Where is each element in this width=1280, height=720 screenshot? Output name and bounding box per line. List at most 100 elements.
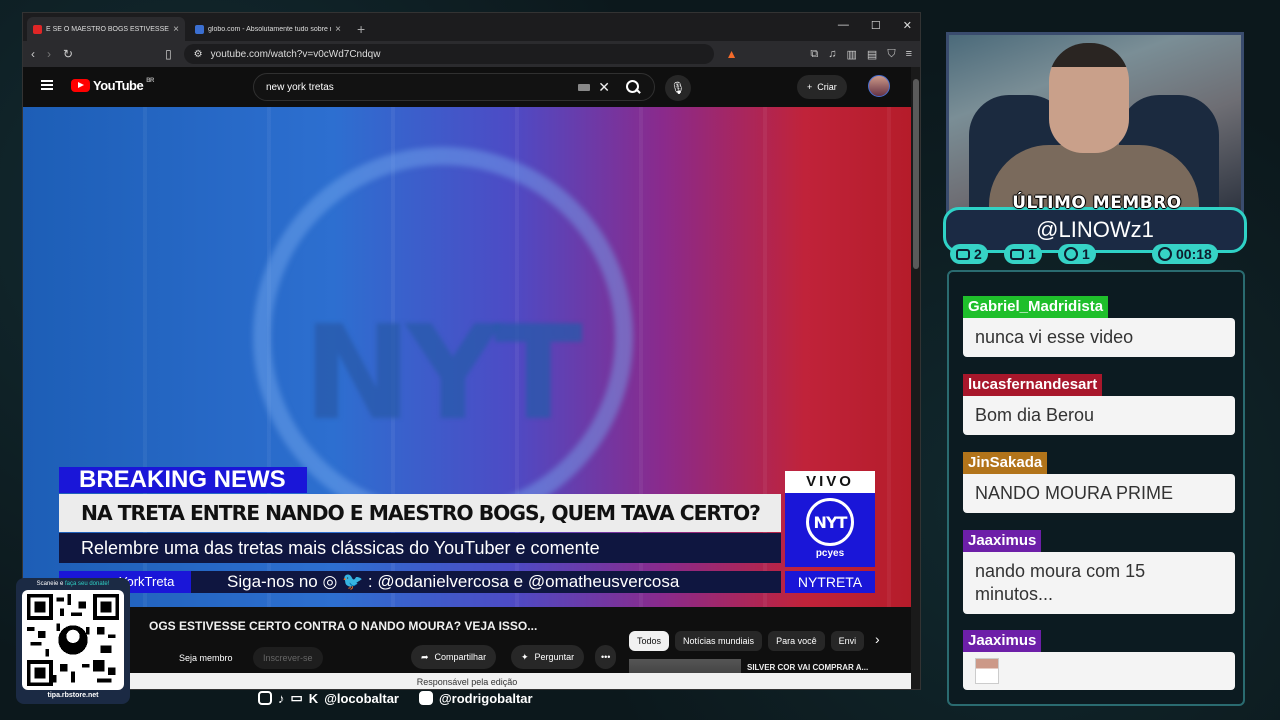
close-tab-icon[interactable]: × xyxy=(335,24,341,35)
chat-username: Jaaximus xyxy=(963,530,1042,552)
youtube-play-icon xyxy=(71,79,90,92)
back-icon[interactable]: ‹ xyxy=(31,47,35,61)
ticker-right-label: NYTRETA xyxy=(785,571,875,593)
create-button[interactable]: + Criar xyxy=(797,75,847,99)
chat-text: nando moura com 15 minutos... xyxy=(963,552,1235,614)
chip-noticias[interactable]: Notícias mundiais xyxy=(675,631,763,651)
chat-emote-body xyxy=(963,652,1235,690)
donate-qr-panel: Scaneie e faça seu donate! tipa.rbstore.… xyxy=(16,578,130,704)
filter-chips: Todos Notícias mundiais Para você Envi xyxy=(629,631,865,651)
qr-url: tipa.rbstore.net xyxy=(47,692,99,699)
chat-text: nunca vi esse video xyxy=(963,318,1235,357)
youtube-icon xyxy=(419,691,433,705)
qr-caption: Scaneie e faça seu donate! xyxy=(16,578,130,587)
kick-icon: K xyxy=(308,690,319,706)
tiktok-icon: ♪ xyxy=(278,690,285,706)
instagram-icon xyxy=(258,691,272,705)
recommended-title[interactable]: SILVER COR VAI COMPRAR A... xyxy=(747,663,868,672)
emote-icon xyxy=(975,658,999,684)
social-handle-1: @locobaltar xyxy=(324,690,399,706)
sponsor-logo: pcyes xyxy=(815,548,845,559)
stat-youtube: 1 xyxy=(1004,244,1042,264)
twitch-icon xyxy=(956,248,970,260)
qr-code-icon xyxy=(27,594,119,686)
chat-text: Bom dia Berou xyxy=(963,396,1235,435)
wallet-icon[interactable]: ▤ xyxy=(867,48,877,61)
close-tab-icon[interactable]: × xyxy=(173,24,179,35)
last-member-label: ÚLTIMO MEMBRO xyxy=(1012,193,1182,213)
sidebar-icon[interactable]: ▥ xyxy=(847,48,857,61)
youtube-header: YouTube BR new york tretas ✕ 🎙 + Criar xyxy=(23,67,920,107)
maximize-icon[interactable]: ☐ xyxy=(871,19,881,32)
forward-icon[interactable]: › xyxy=(47,47,51,61)
share-icon: ➦ xyxy=(421,651,429,662)
streamer-head xyxy=(1049,43,1129,153)
account-avatar[interactable] xyxy=(868,75,890,97)
address-bar[interactable]: ⚙ youtube.com/watch?v=v0cWd7Cndqw xyxy=(183,44,714,64)
more-actions-button[interactable]: ••• xyxy=(595,645,617,669)
reload-icon[interactable]: ↻ xyxy=(63,47,73,61)
chat-message: lucasfernandesart Bom dia Berou xyxy=(963,374,1235,435)
youtube-logo-text: YouTube xyxy=(93,78,144,93)
tab-youtube[interactable]: E SE O MAESTRO BOGS ESTIVESSE × xyxy=(27,17,185,41)
extension-icons: ⧉ ♫ ▥ ▤ ⛉ ≡ xyxy=(810,48,912,61)
clear-search-icon[interactable]: ✕ xyxy=(598,79,610,96)
kick-icon xyxy=(1064,247,1078,261)
chevron-right-icon[interactable]: › xyxy=(875,631,880,647)
video-player[interactable]: NYT BREAKING NEWS NA TRETA ENTRE NANDO E… xyxy=(23,107,911,607)
close-window-icon[interactable]: ✕ xyxy=(903,19,912,32)
minimize-icon[interactable]: — xyxy=(838,19,849,32)
chip-para-voce[interactable]: Para você xyxy=(768,631,825,651)
voice-search-icon[interactable]: 🎙 xyxy=(665,75,691,101)
scrollbar-thumb[interactable] xyxy=(913,79,919,269)
tab-title: E SE O MAESTRO BOGS ESTIVESSE xyxy=(46,25,169,33)
browser-window: E SE O MAESTRO BOGS ESTIVESSE × globo.co… xyxy=(22,12,921,690)
youtube-logo[interactable]: YouTube BR xyxy=(71,78,154,93)
brave-shield-icon[interactable]: ▲ xyxy=(726,47,738,61)
search-input[interactable]: new york tretas ✕ xyxy=(253,73,655,101)
stat-uptime: 00:18 xyxy=(1152,244,1218,264)
chat-username: lucasfernandesart xyxy=(963,374,1103,396)
chip-enviados[interactable]: Envi xyxy=(830,631,865,651)
qr-caption-a: Scaneie e xyxy=(36,581,65,587)
chip-todos[interactable]: Todos xyxy=(629,631,670,651)
url-text: youtube.com/watch?v=v0cWd7Cndqw xyxy=(210,48,381,60)
ask-button[interactable]: ✦ Perguntar xyxy=(511,645,585,669)
share-button[interactable]: ➦ Compartilhar xyxy=(411,645,497,669)
stat-value: 1 xyxy=(1082,246,1090,262)
ask-label: Perguntar xyxy=(534,652,575,662)
extension-icon[interactable]: ⧉ xyxy=(810,48,818,61)
chat-username: JinSakada xyxy=(963,452,1048,474)
join-button[interactable]: Seja membro xyxy=(169,647,243,669)
subscribe-button[interactable]: Inscrever-se xyxy=(253,647,323,669)
browser-menu-icon[interactable]: ≡ xyxy=(906,48,912,61)
window-controls: — ☐ ✕ xyxy=(838,19,912,32)
last-member-name: @LINOWz1 xyxy=(1036,217,1154,242)
social-handle-2: @rodrigobaltar xyxy=(439,690,533,706)
qr-code xyxy=(22,590,124,690)
tab-globo[interactable]: globo.com - Absolutamente tudo sobre not… xyxy=(189,17,347,41)
site-info-icon[interactable]: ⚙ xyxy=(194,49,203,60)
stat-value: 00:18 xyxy=(1176,246,1212,262)
youtube-favicon-icon xyxy=(33,24,42,34)
keyboard-icon[interactable] xyxy=(578,83,591,91)
video-logo-watermark: NYT xyxy=(303,297,583,449)
channel-logo: NYT xyxy=(806,498,854,546)
bookmark-icon[interactable]: ▯ xyxy=(165,47,172,61)
ticker-text: Siga-nos no ◎ 🐦 : @odanielvercosa e @oma… xyxy=(227,572,680,591)
edit-credit: Responsável pela edição xyxy=(23,673,911,689)
new-tab-button[interactable]: + xyxy=(357,21,365,37)
live-badge: VIVO NYT pcyes xyxy=(785,471,875,567)
create-label: Criar xyxy=(817,82,837,92)
search-icon[interactable] xyxy=(624,78,642,96)
chat-panel: Gabriel_Madridista nunca vi esse video l… xyxy=(947,270,1245,706)
chat-text: NANDO MOURA PRIME xyxy=(963,474,1235,513)
chat-message: Jaaximus nando moura com 15 minutos... xyxy=(963,530,1235,614)
stat-twitch: 2 xyxy=(950,244,988,264)
hamburger-menu-icon[interactable] xyxy=(41,80,53,90)
page-scrollbar[interactable] xyxy=(911,67,920,689)
music-icon[interactable]: ♫ xyxy=(828,48,836,61)
youtube-icon xyxy=(1010,248,1024,260)
join-label: Seja membro xyxy=(179,653,233,663)
shield-icon[interactable]: ⛉ xyxy=(887,48,895,61)
